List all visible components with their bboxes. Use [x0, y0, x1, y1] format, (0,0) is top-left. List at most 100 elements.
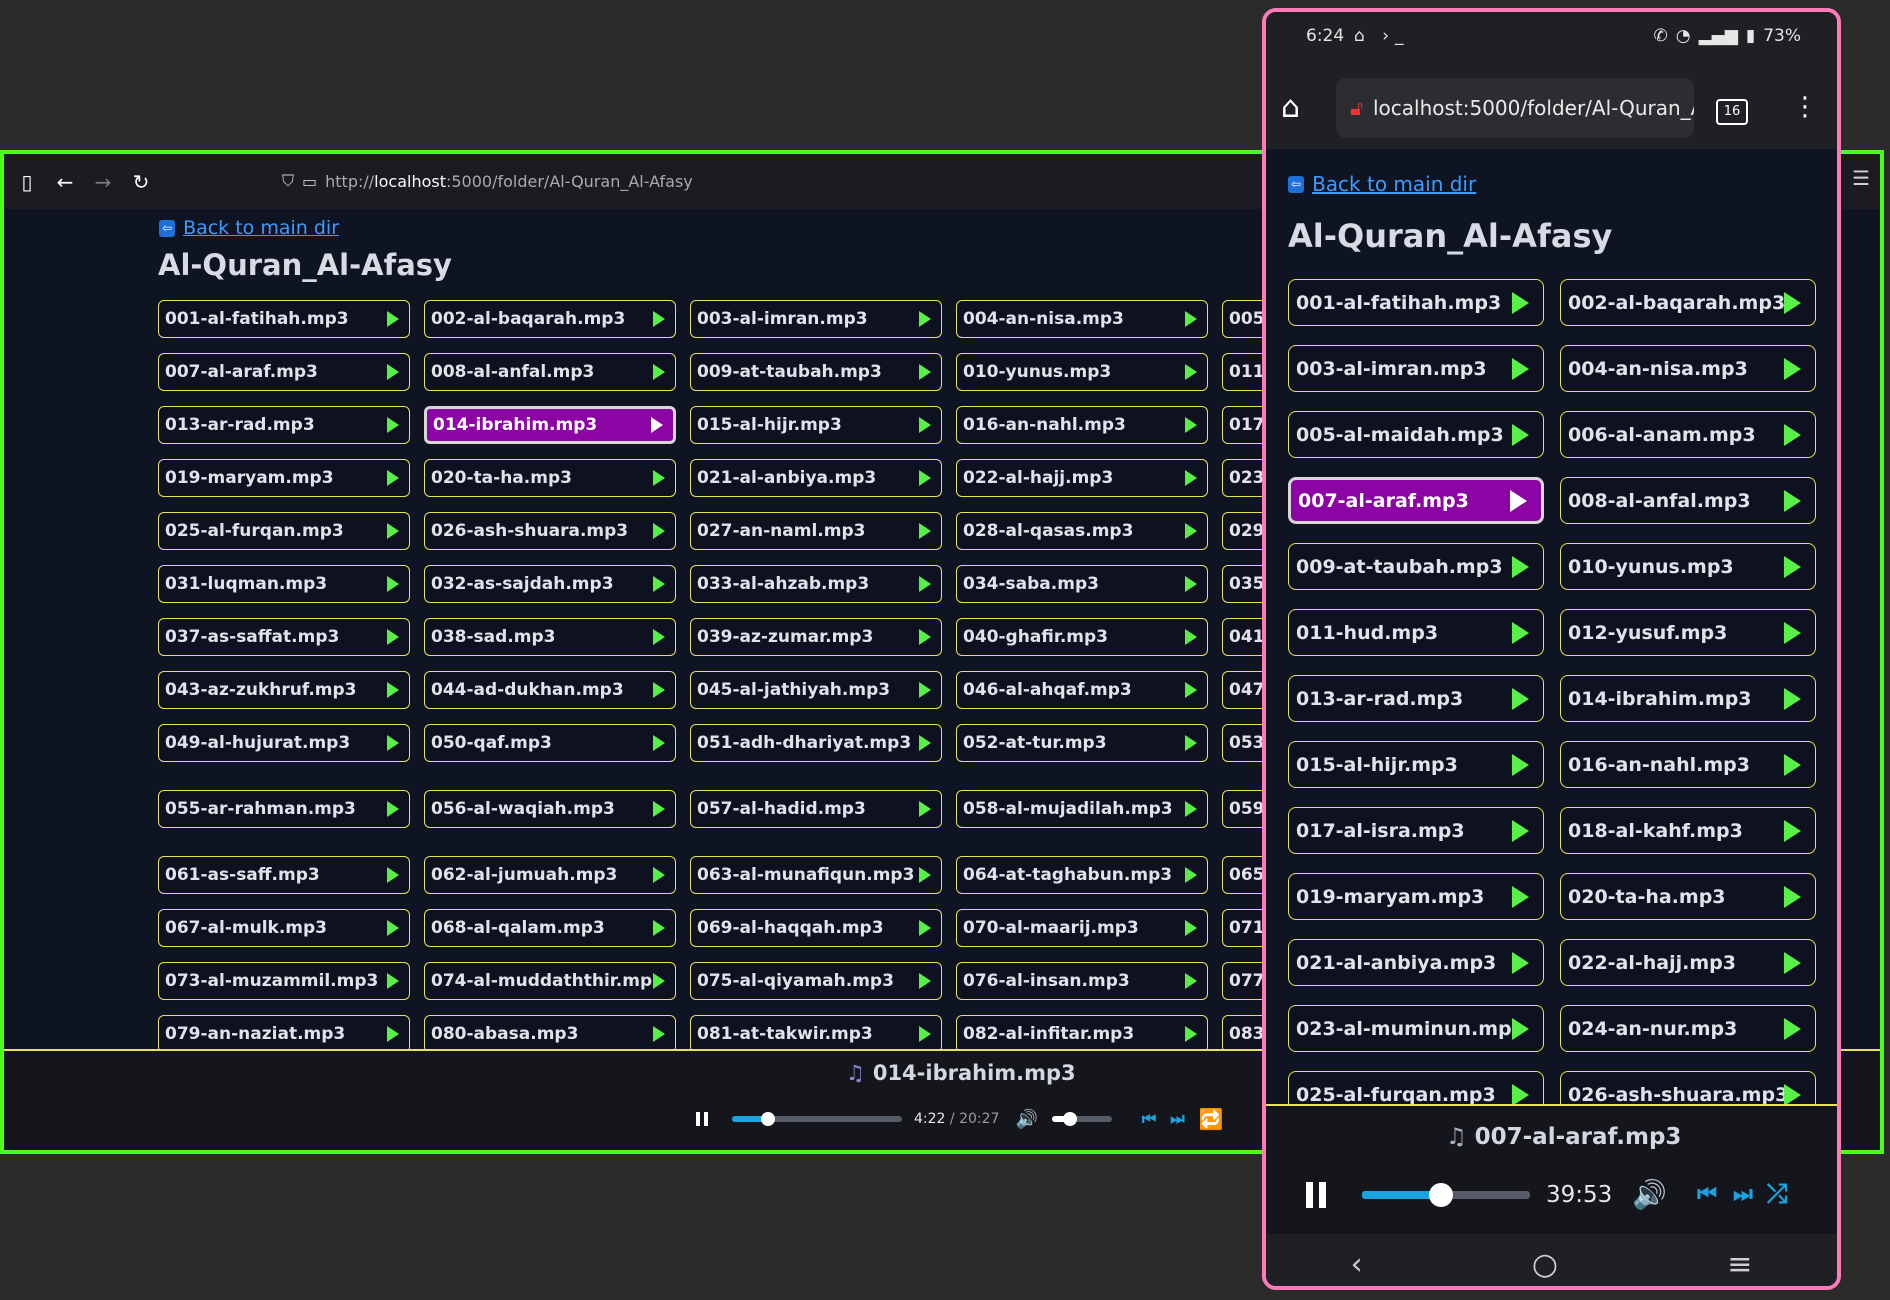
play-icon[interactable] — [387, 470, 399, 486]
file-button[interactable]: 001-al-fatihah.mp3 — [1288, 279, 1544, 326]
shuffle-icon[interactable]: ⤮ — [1767, 1179, 1788, 1210]
play-icon[interactable] — [387, 364, 399, 380]
play-icon[interactable] — [1512, 621, 1529, 644]
pause-icon[interactable] — [1306, 1181, 1326, 1208]
play-icon[interactable] — [653, 920, 665, 936]
play-icon[interactable] — [1512, 555, 1529, 578]
play-icon[interactable] — [919, 364, 931, 380]
play-icon[interactable] — [1784, 819, 1801, 842]
file-button[interactable]: 039-az-zumar.mp3 — [690, 618, 942, 656]
file-button[interactable]: 016-an-nahl.mp3 — [1560, 741, 1816, 788]
file-button[interactable]: 061-as-saff.mp3 — [158, 856, 410, 894]
url-bar[interactable]: ⛉ ▭ http://localhost:5000/folder/Al-Qura… — [282, 162, 1282, 200]
back-arrow-icon[interactable]: ← — [46, 167, 84, 197]
file-button[interactable]: 050-qaf.mp3 — [424, 724, 676, 762]
play-icon[interactable] — [1512, 423, 1529, 446]
file-button[interactable]: 003-al-imran.mp3 — [1288, 345, 1544, 392]
play-icon[interactable] — [1185, 920, 1197, 936]
volume-slider[interactable] — [1051, 1112, 1112, 1126]
file-button[interactable]: 010-yunus.mp3 — [1560, 543, 1816, 590]
play-icon[interactable] — [387, 735, 399, 751]
play-icon[interactable] — [1185, 629, 1197, 645]
file-button[interactable]: 068-al-qalam.mp3 — [424, 909, 676, 947]
play-icon[interactable] — [1185, 523, 1197, 539]
next-track-icon[interactable]: ⏭ — [1170, 1109, 1184, 1129]
play-icon[interactable] — [919, 973, 931, 989]
file-button[interactable]: 049-al-hujurat.mp3 — [158, 724, 410, 762]
play-icon[interactable] — [653, 1026, 665, 1042]
play-icon[interactable] — [387, 867, 399, 883]
play-icon[interactable] — [1784, 423, 1801, 446]
play-icon[interactable] — [919, 867, 931, 883]
file-button[interactable]: 004-an-nisa.mp3 — [956, 300, 1208, 338]
play-icon[interactable] — [653, 735, 665, 751]
file-button[interactable]: 034-saba.mp3 — [956, 565, 1208, 603]
file-button[interactable]: 012-yusuf.mp3 — [1560, 609, 1816, 656]
play-icon[interactable] — [919, 801, 931, 817]
mobile-url-bar[interactable]: 🔓︎ localhost:5000/folder/Al-Quran_Al-Afa… — [1336, 78, 1694, 138]
file-button[interactable]: 046-al-ahqaf.mp3 — [956, 671, 1208, 709]
play-icon[interactable] — [1185, 867, 1197, 883]
play-icon[interactable] — [1512, 291, 1529, 314]
play-icon[interactable] — [919, 470, 931, 486]
file-button[interactable]: 075-al-qiyamah.mp3 — [690, 962, 942, 1000]
file-button[interactable]: 062-al-jumuah.mp3 — [424, 856, 676, 894]
file-button[interactable]: 009-at-taubah.mp3 — [690, 353, 942, 391]
overflow-menu-icon[interactable]: ⋮ — [1792, 92, 1818, 122]
play-icon[interactable] — [387, 1026, 399, 1042]
back-to-main-link[interactable]: ⇦ Back to main dir — [1288, 172, 1476, 196]
file-button[interactable]: 014-ibrahim.mp3 — [1560, 675, 1816, 722]
play-icon[interactable] — [1512, 885, 1529, 908]
file-button[interactable]: 015-al-hijr.mp3 — [690, 406, 942, 444]
nav-back-icon[interactable]: ‹ — [1351, 1247, 1363, 1282]
file-button[interactable]: 009-at-taubah.mp3 — [1288, 543, 1544, 590]
file-button[interactable]: 013-ar-rad.mp3 — [1288, 675, 1544, 722]
file-button[interactable]: 079-an-naziat.mp3 — [158, 1015, 410, 1053]
file-button[interactable]: 016-an-nahl.mp3 — [956, 406, 1208, 444]
file-button[interactable]: 004-an-nisa.mp3 — [1560, 345, 1816, 392]
file-button[interactable]: 008-al-anfal.mp3 — [424, 353, 676, 391]
play-icon[interactable] — [919, 920, 931, 936]
reload-icon[interactable]: ↻ — [122, 167, 160, 197]
file-button[interactable]: 023-al-muminun.mp3 — [1288, 1005, 1544, 1052]
file-button[interactable]: 073-al-muzammil.mp3 — [158, 962, 410, 1000]
forward-arrow-icon[interactable]: → — [84, 167, 122, 197]
file-button[interactable]: 021-al-anbiya.mp3 — [690, 459, 942, 497]
file-button[interactable]: 055-ar-rahman.mp3 — [158, 790, 410, 828]
play-icon[interactable] — [387, 311, 399, 327]
file-button[interactable]: 024-an-nur.mp3 — [1560, 1005, 1816, 1052]
file-button[interactable]: 022-al-hajj.mp3 — [956, 459, 1208, 497]
play-icon[interactable] — [1512, 357, 1529, 380]
file-button[interactable]: 006-al-anam.mp3 — [1560, 411, 1816, 458]
file-button[interactable]: 014-ibrahim.mp3 — [424, 406, 676, 444]
volume-icon[interactable]: 🔊 — [1015, 1109, 1037, 1130]
file-button[interactable]: 052-at-tur.mp3 — [956, 724, 1208, 762]
play-icon[interactable] — [387, 523, 399, 539]
file-button[interactable]: 056-al-waqiah.mp3 — [424, 790, 676, 828]
play-icon[interactable] — [919, 735, 931, 751]
play-icon[interactable] — [387, 417, 399, 433]
file-button[interactable]: 001-al-fatihah.mp3 — [158, 300, 410, 338]
home-icon[interactable]: ⌂ — [1281, 90, 1300, 125]
file-button[interactable]: 067-al-mulk.mp3 — [158, 909, 410, 947]
play-icon[interactable] — [1784, 1083, 1801, 1106]
play-icon[interactable] — [1185, 417, 1197, 433]
file-button[interactable]: 021-al-anbiya.mp3 — [1288, 939, 1544, 986]
play-icon[interactable] — [653, 364, 665, 380]
file-button[interactable]: 015-al-hijr.mp3 — [1288, 741, 1544, 788]
previous-track-icon[interactable]: ⏮ — [1697, 1182, 1717, 1207]
play-icon[interactable] — [1784, 1017, 1801, 1040]
play-icon[interactable] — [653, 311, 665, 327]
play-icon[interactable] — [1185, 364, 1197, 380]
play-icon[interactable] — [1784, 885, 1801, 908]
file-button[interactable]: 033-al-ahzab.mp3 — [690, 565, 942, 603]
file-button[interactable]: 040-ghafir.mp3 — [956, 618, 1208, 656]
play-icon[interactable] — [1784, 753, 1801, 776]
play-icon[interactable] — [1185, 576, 1197, 592]
file-button[interactable]: 045-al-jathiyah.mp3 — [690, 671, 942, 709]
play-icon[interactable] — [653, 867, 665, 883]
file-button[interactable]: 037-as-saffat.mp3 — [158, 618, 410, 656]
previous-track-icon[interactable]: ⏮ — [1142, 1109, 1156, 1129]
next-track-icon[interactable]: ⏭ — [1733, 1182, 1753, 1207]
play-icon[interactable] — [653, 523, 665, 539]
